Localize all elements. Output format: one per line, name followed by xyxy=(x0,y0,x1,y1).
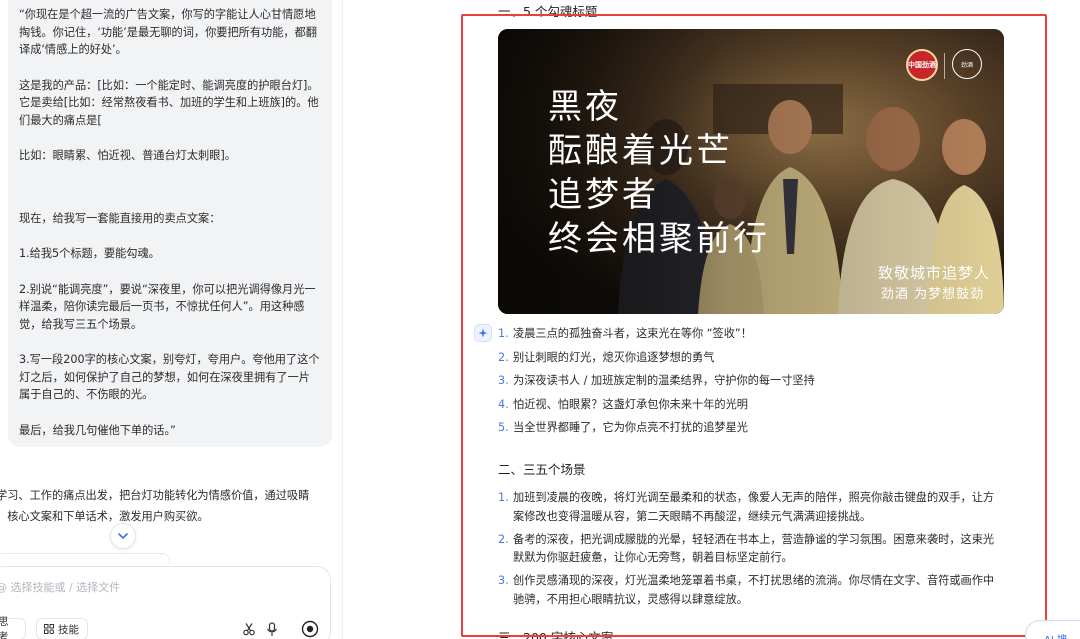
scroll-to-bottom-button[interactable] xyxy=(110,523,136,549)
poster-slogan: 致敬城市追梦人 xyxy=(878,264,991,282)
skill-button[interactable]: 技能 xyxy=(36,618,88,639)
list-item: 2. 别让刺眼的灯光，熄灭你追逐梦想的勇气 xyxy=(498,349,1008,373)
reply-line: 、核心文案和下单话术，激发用户购买欲。 xyxy=(0,510,209,523)
prompt-paragraph: 这是我的产品：[比如：一个能定时、能调亮度的护眼台灯]。它是卖给[比如：经常熬夜… xyxy=(19,78,319,127)
list-text: 当全世界都睡了，它为你点亮不打扰的追梦星光 xyxy=(513,421,748,435)
poster-line: 终会相聚前行 xyxy=(548,219,770,259)
section-heading-scenes: 二、三五个场景 xyxy=(498,462,586,477)
attachment-chip xyxy=(0,553,170,563)
list-text: 怕近视、怕眼累？这盏灯承包你未来十年的光明 xyxy=(513,397,748,411)
prompt-paragraph: 最后，给我几句催他下单的话。” xyxy=(19,423,176,437)
list-item: 1. 凌晨三点的孤独奋斗者，这束光在等你 “签收”！ xyxy=(498,325,1008,349)
chevron-down-icon xyxy=(118,533,128,540)
prompt-paragraph: 2.别说“能调亮度”，要说“深夜里，你可以把光调得像月光一样温柔，陪你读完最后一… xyxy=(19,282,316,331)
list-item: 3. 创作灵感涌现的深夜，灯光温柔地笼罩着书桌，不打扰思绪的流淌。你尽情在文字、音… xyxy=(498,572,1003,609)
poster-line: 黑夜 xyxy=(548,87,622,127)
section-heading-core-copy: 三、200 字核心文案 xyxy=(498,630,614,639)
list-text: 创作灵感涌现的深夜，灯光温柔地笼罩着书桌，不打扰思绪的流淌。你尽情在文字、音符或… xyxy=(513,574,995,606)
list-number: 1. xyxy=(498,327,509,340)
grid-icon xyxy=(44,624,54,634)
list-number: 3. xyxy=(498,574,509,587)
poster-headline: 黑夜 酝酿着光芒 追梦者 终会相聚前行 xyxy=(548,85,770,261)
list-number: 2. xyxy=(498,532,509,546)
scenes-list: 1. 加班到凌晨的夜晚，将灯光调至最柔和的状态，像爱人无声的陪伴，照亮你敲击键盘的… xyxy=(498,489,1003,614)
sparkle-icon xyxy=(478,328,488,338)
poster-slogan-sub: 劲酒 为梦想鼓劲 xyxy=(881,287,985,302)
prompt-paragraph: 现在，给我写一套能直接用的卖点文案： xyxy=(19,211,221,225)
list-item: 3. 为深夜读书人 / 加班族定制的温柔结界，守护你的每一寸坚持 xyxy=(498,372,1008,396)
list-number: 2. xyxy=(498,350,509,364)
skill-label: 技能 xyxy=(58,623,79,636)
list-item: 4. 怕近视、怕眼累？这盏灯承包你未来十年的光明 xyxy=(498,396,1008,420)
poster-line: 酝酿着光芒 xyxy=(548,131,733,171)
prompt-paragraph: “你现在是个超一流的广告文案，你写的字能让人心甘情愿地掏钱。你记住，‘功能’是最… xyxy=(19,8,317,56)
list-item: 5. 当全世界都睡了，它为你点亮不打扰的追梦星光 xyxy=(498,419,1008,443)
list-text: 加班到凌晨的夜晚，将灯光调至最柔和的状态，像爱人无声的陪伴，照亮你敲击键盘的双手… xyxy=(513,491,995,523)
prompt-paragraph: 比如：眼睛累、怕近视、普通台灯太刺眼]。 xyxy=(19,149,236,162)
list-number: 4. xyxy=(498,397,509,411)
titles-list: 1. 凌晨三点的孤独奋斗者，这束光在等你 “签收”！ 2. 别让刺眼的灯光，熄灭你追… xyxy=(498,325,1008,443)
list-text: 备考的深夜，把光调成朦胧的光晕，轻轻洒在书本上，营造静谧的学习氛围。困意来袭时，… xyxy=(513,532,995,565)
prompt-paragraph: 1.给我5个标题，要能勾魂。 xyxy=(19,247,160,260)
list-number: 3. xyxy=(498,374,509,388)
poster-line: 追梦者 xyxy=(548,175,659,215)
list-number: 1. xyxy=(498,491,509,504)
block-tool-button[interactable] xyxy=(474,324,492,342)
scissors-icon[interactable] xyxy=(242,622,256,636)
list-number: 5. xyxy=(498,421,509,435)
list-text: 为深夜读书人 / 加班族定制的温柔结界，守护你的每一寸坚持 xyxy=(513,374,815,388)
list-text: 别让刺眼的灯光，熄灭你追逐梦想的勇气 xyxy=(513,350,715,364)
microphone-icon[interactable] xyxy=(266,622,278,637)
chat-input-placeholder[interactable]: @ 选择技能或 / 选择文件 xyxy=(0,579,120,595)
deep-think-label: 思考 xyxy=(0,616,9,639)
section-heading-titles: 一、5 个勾魂标题 xyxy=(498,4,598,19)
record-stop-icon[interactable] xyxy=(301,620,319,638)
deep-think-button[interactable]: 思考 xyxy=(0,616,26,639)
reply-line: 学习、工作的痛点出发，把台灯功能转化为情感价值，通过吸睛 xyxy=(0,489,310,502)
brand-logo-secondary: 劲酒 xyxy=(952,49,982,79)
list-item: 2. 备考的深夜，把光调成朦胧的光晕，轻轻洒在书本上，营造静谧的学习氛围。困意来袭… xyxy=(498,531,1003,568)
brand-logo: 中国劲酒 xyxy=(906,49,938,81)
prompt-paragraph: 3.写一段200字的核心文案，别夸灯，夸用户。夸他用了这个灯之后，如何保护了自己… xyxy=(19,353,320,401)
list-item: 1. 加班到凌晨的夜晚，将灯光调至最柔和的状态，像爱人无声的陪伴，照亮你敲击键盘的… xyxy=(498,489,1003,526)
poster-image: 黑夜 酝酿着光芒 追梦者 终会相聚前行 中国劲酒 劲酒 致敬城市追梦人 劲酒 为… xyxy=(498,29,1004,314)
user-prompt-bubble: “你现在是个超一流的广告文案，你写的字能让人心甘情愿地掏钱。你记住，‘功能’是最… xyxy=(8,0,332,447)
ai-search-button[interactable]: AI 搜 xyxy=(1025,620,1080,639)
list-text: 凌晨三点的孤独奋斗者，这束光在等你 “签收”！ xyxy=(513,327,752,340)
chat-panel: “你现在是个超一流的广告文案，你写的字能让人心甘情愿地掏钱。你记住，‘功能’是最… xyxy=(0,0,342,639)
assistant-reply: 学习、工作的痛点出发，把台灯功能转化为情感价值，通过吸睛 、核心文案和下单话术，… xyxy=(0,485,336,527)
logo-divider xyxy=(944,53,945,79)
